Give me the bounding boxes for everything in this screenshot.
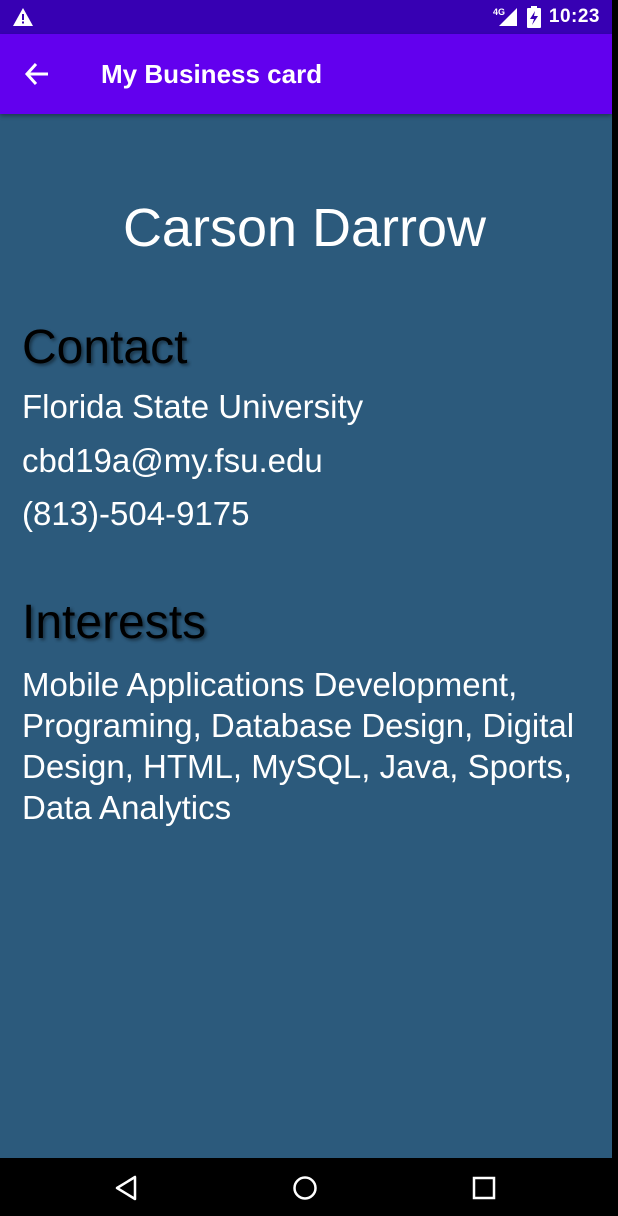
battery-icon	[526, 6, 541, 28]
interests-heading: Interests	[22, 596, 207, 649]
back-triangle-icon[interactable]	[113, 1175, 139, 1201]
interests-text: Mobile Applications Development, Program…	[22, 666, 575, 826]
navigation-bar	[0, 1158, 618, 1216]
recents-square-icon[interactable]	[471, 1175, 497, 1201]
contact-phone: (813)-504-9175	[22, 495, 250, 532]
status-bar: 4G 10:23	[0, 0, 612, 34]
warning-icon	[13, 8, 33, 26]
contact-heading: Contact	[22, 321, 188, 374]
signal-icon: 4G	[493, 7, 517, 26]
contact-organization: Florida State University	[22, 388, 364, 425]
arrow-back-icon[interactable]	[24, 61, 50, 87]
screen: 4G 10:23 My Business card Carson Darrow …	[0, 0, 612, 1158]
app-bar-title: My Business card	[101, 59, 323, 89]
contact-email: cbd19a@my.fsu.edu	[22, 442, 323, 479]
status-icons: 4G 10:23	[493, 0, 600, 34]
app-bar: My Business card	[0, 34, 612, 114]
home-circle-icon[interactable]	[292, 1175, 318, 1201]
status-time: 10:23	[548, 6, 600, 27]
person-name: Carson Darrow	[122, 198, 487, 258]
network-type-label: 4G	[493, 7, 505, 17]
